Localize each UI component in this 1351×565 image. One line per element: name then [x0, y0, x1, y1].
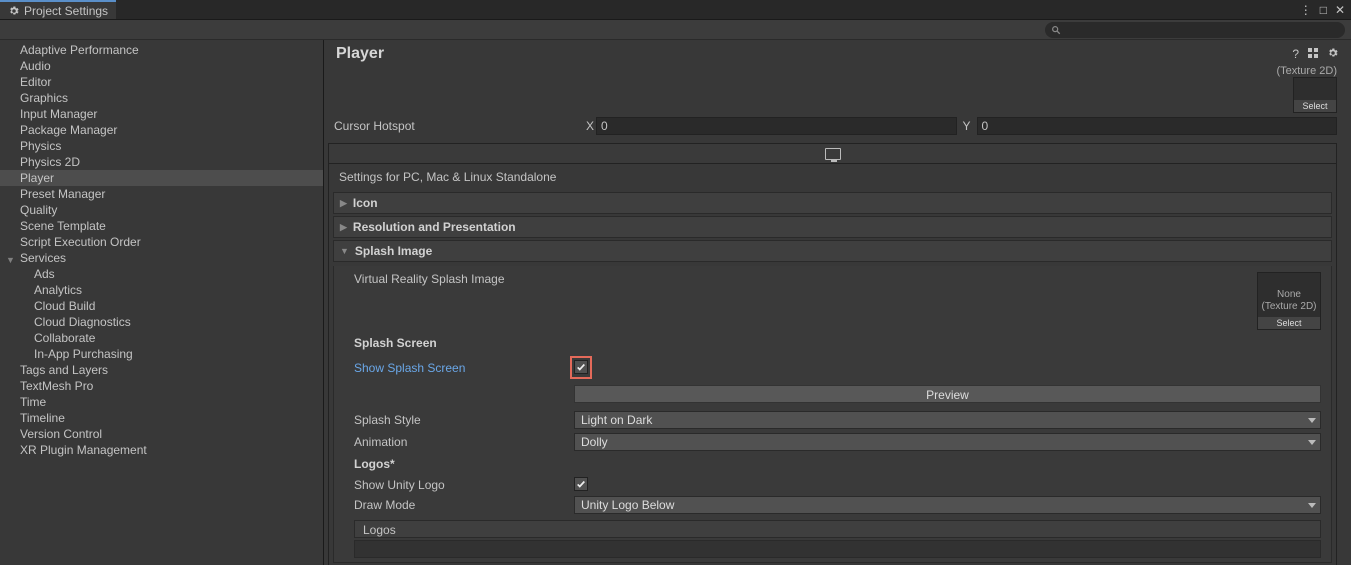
main-panel: Player ? (Texture 2D) Select Cursor Hots	[324, 40, 1351, 565]
platform-tabs[interactable]	[329, 144, 1336, 164]
chevron-down-icon: ▼	[340, 246, 349, 256]
show-unity-logo-checkbox[interactable]	[574, 477, 588, 491]
sidebar-item-script-execution-order[interactable]: Script Execution Order	[0, 234, 323, 250]
settings-sidebar: Adaptive Performance Audio Editor Graphi…	[0, 40, 324, 565]
logos-heading: Logos*	[334, 453, 1331, 475]
section-resolution-header[interactable]: ▶ Resolution and Presentation	[333, 216, 1332, 238]
tab-project-settings[interactable]: Project Settings	[0, 0, 116, 19]
platform-heading: Settings for PC, Mac & Linux Standalone	[329, 164, 1336, 190]
section-splash-body: Virtual Reality Splash Image None (Textu…	[333, 266, 1332, 563]
sidebar-item-xr-plugin-management[interactable]: XR Plugin Management	[0, 442, 323, 458]
sidebar-item-ads[interactable]: Ads	[0, 266, 323, 282]
cursor-hotspot-x-label: X	[584, 119, 596, 133]
sidebar-item-analytics[interactable]: Analytics	[0, 282, 323, 298]
sidebar-item-scene-template[interactable]: Scene Template	[0, 218, 323, 234]
sidebar-item-physics-2d[interactable]: Physics 2D	[0, 154, 323, 170]
sidebar-item-iap[interactable]: In-App Purchasing	[0, 346, 323, 362]
window-menu-icon[interactable]: ⋮	[1300, 4, 1312, 16]
sidebar-item-preset-manager[interactable]: Preset Manager	[0, 186, 323, 202]
cursor-hotspot-y-input[interactable]: 0	[977, 117, 1338, 135]
logos-list-header[interactable]: Logos	[354, 520, 1321, 538]
gear-icon[interactable]	[1327, 47, 1339, 61]
texture-tex2d-label: (Texture 2D)	[1261, 301, 1316, 313]
standalone-platform-icon[interactable]	[825, 148, 841, 160]
select-button[interactable]: Select	[1294, 100, 1336, 112]
section-splash-header[interactable]: ▼ Splash Image	[333, 240, 1332, 262]
window-close-icon[interactable]: ✕	[1335, 4, 1345, 16]
sidebar-item-tags-and-layers[interactable]: Tags and Layers	[0, 362, 323, 378]
sidebar-item-textmesh-pro[interactable]: TextMesh Pro	[0, 378, 323, 394]
sidebar-item-quality[interactable]: Quality	[0, 202, 323, 218]
sidebar-item-services[interactable]: ▼Services	[0, 250, 323, 266]
vr-splash-texture-slot[interactable]: None (Texture 2D) Select	[1257, 272, 1321, 330]
splash-screen-heading: Splash Screen	[334, 332, 1331, 354]
draw-mode-label: Draw Mode	[354, 498, 574, 512]
texture-none-label: None	[1277, 289, 1301, 301]
gear-icon	[8, 5, 20, 17]
show-unity-logo-label: Show Unity Logo	[354, 478, 574, 492]
cursor-hotspot-label: Cursor Hotspot	[328, 119, 584, 133]
sidebar-item-editor[interactable]: Editor	[0, 74, 323, 90]
animation-dropdown[interactable]: Dolly	[574, 433, 1321, 451]
page-title: Player	[336, 45, 384, 63]
preset-icon[interactable]	[1307, 47, 1319, 61]
sidebar-item-adaptive-performance[interactable]: Adaptive Performance	[0, 42, 323, 58]
chevron-right-icon: ▶	[340, 198, 347, 209]
sidebar-item-cloud-build[interactable]: Cloud Build	[0, 298, 323, 314]
sidebar-item-input-manager[interactable]: Input Manager	[0, 106, 323, 122]
logos-list-empty[interactable]	[354, 540, 1321, 558]
sidebar-item-version-control[interactable]: Version Control	[0, 426, 323, 442]
draw-mode-dropdown[interactable]: Unity Logo Below	[574, 496, 1321, 514]
show-splash-label[interactable]: Show Splash Screen	[354, 361, 574, 375]
splash-style-label: Splash Style	[354, 413, 574, 427]
chevron-right-icon: ▶	[340, 222, 347, 233]
cursor-hotspot-y-label: Y	[961, 119, 973, 133]
show-splash-highlight	[570, 356, 592, 379]
select-button[interactable]: Select	[1258, 317, 1320, 329]
search-icon	[1051, 25, 1061, 35]
texture-type-hint: (Texture 2D)	[324, 65, 1351, 77]
show-splash-checkbox[interactable]	[574, 360, 588, 374]
window-titlebar: Project Settings ⋮ □ ✕	[0, 0, 1351, 20]
splash-style-dropdown[interactable]: Light on Dark	[574, 411, 1321, 429]
section-icon-header[interactable]: ▶ Icon	[333, 192, 1332, 214]
tab-label: Project Settings	[24, 4, 108, 18]
default-cursor-texture-slot[interactable]: Select	[1293, 77, 1337, 113]
sidebar-item-player[interactable]: Player	[0, 170, 323, 186]
sidebar-item-timeline[interactable]: Timeline	[0, 410, 323, 426]
sidebar-item-graphics[interactable]: Graphics	[0, 90, 323, 106]
sidebar-item-cloud-diagnostics[interactable]: Cloud Diagnostics	[0, 314, 323, 330]
sidebar-item-package-manager[interactable]: Package Manager	[0, 122, 323, 138]
help-icon[interactable]: ?	[1292, 47, 1299, 61]
search-input[interactable]	[1045, 22, 1345, 38]
sidebar-item-audio[interactable]: Audio	[0, 58, 323, 74]
searchbar-row	[0, 20, 1351, 40]
cursor-hotspot-x-input[interactable]: 0	[596, 117, 957, 135]
window-maximize-icon[interactable]: □	[1320, 4, 1327, 16]
sidebar-item-physics[interactable]: Physics	[0, 138, 323, 154]
preview-button[interactable]: Preview	[574, 385, 1321, 403]
sidebar-item-time[interactable]: Time	[0, 394, 323, 410]
sidebar-item-collaborate[interactable]: Collaborate	[0, 330, 323, 346]
animation-label: Animation	[354, 435, 574, 449]
vr-splash-label: Virtual Reality Splash Image	[354, 272, 574, 286]
